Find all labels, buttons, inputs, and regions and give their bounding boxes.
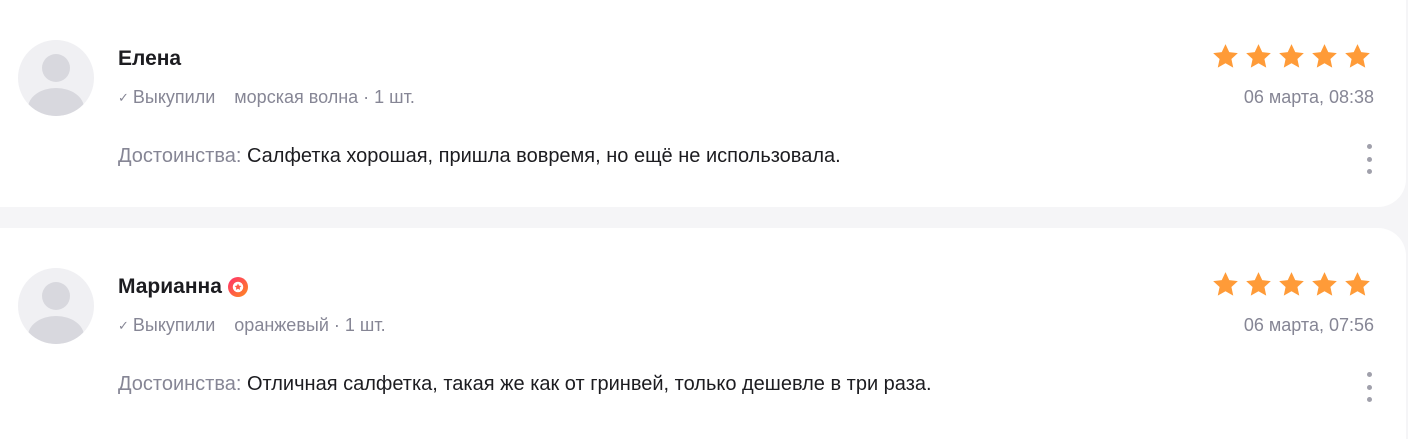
review-pros: Достоинства: Отличная салфетка, такая же…: [118, 373, 932, 396]
author-name: Елена: [118, 47, 182, 70]
avatar-body: [28, 88, 84, 116]
star-icon: [1345, 272, 1370, 296]
star-icon: [1213, 272, 1238, 296]
star-icon: [1213, 44, 1238, 68]
product-variant: морская волна · 1 шт.: [234, 87, 415, 107]
user-placeholder-icon: [42, 282, 70, 310]
purchased-label: Выкупили: [132, 315, 216, 335]
star-icon: [1345, 44, 1370, 68]
user-placeholder-icon: [42, 54, 70, 82]
rating-stars: [1211, 42, 1372, 71]
badge-star-shape: [232, 281, 244, 293]
avatar-body: [28, 316, 84, 344]
review-card: Марианна ✓ Выкупили оранжевый · 1 шт. 06…: [0, 228, 1406, 439]
product-variant: оранжевый · 1 шт.: [234, 315, 386, 335]
rating-stars: [1211, 270, 1372, 299]
dot: [1366, 384, 1372, 390]
review-card: Елена ✓ Выкупили морская волна · 1 шт. 0…: [0, 0, 1406, 207]
star-icon: [1312, 44, 1337, 68]
pros-label: Достоинства:: [118, 373, 242, 395]
dot: [1366, 156, 1372, 162]
star-badge-icon[interactable]: [227, 277, 248, 297]
review-author: Елена: [118, 47, 181, 71]
review-meta: ✓ Выкупили морская волна · 1 шт.: [118, 87, 415, 108]
review-author: Марианна: [118, 275, 248, 299]
dot: [1366, 372, 1372, 377]
pros-text: Салфетка хорошая, пришла вовремя, но ещё…: [246, 145, 841, 167]
more-vertical-icon[interactable]: [1366, 144, 1372, 174]
check-icon: ✓: [118, 317, 129, 333]
star-icon: [1279, 272, 1304, 296]
pros-label: Достоинства:: [118, 145, 242, 167]
star-icon: [1279, 44, 1304, 68]
avatar[interactable]: [18, 40, 94, 116]
review-date: 06 марта, 08:38: [1243, 87, 1374, 107]
star-icon: [1312, 272, 1337, 296]
star-icon: [1246, 44, 1271, 68]
review-date: 06 марта, 07:56: [1243, 315, 1374, 335]
dot: [1366, 144, 1372, 149]
dot: [1366, 397, 1372, 402]
author-name: Марианна: [118, 275, 222, 298]
purchased-label: Выкупили: [132, 87, 216, 107]
review-pros: Достоинства: Салфетка хорошая, пришла во…: [118, 145, 841, 168]
star-icon: [1246, 272, 1271, 296]
avatar[interactable]: [18, 268, 94, 344]
dot: [1366, 169, 1372, 174]
more-vertical-icon[interactable]: [1366, 372, 1372, 402]
review-meta: ✓ Выкупили оранжевый · 1 шт.: [118, 315, 386, 336]
check-icon: ✓: [118, 89, 129, 105]
pros-text: Отличная салфетка, такая же как от гринв…: [246, 373, 932, 395]
